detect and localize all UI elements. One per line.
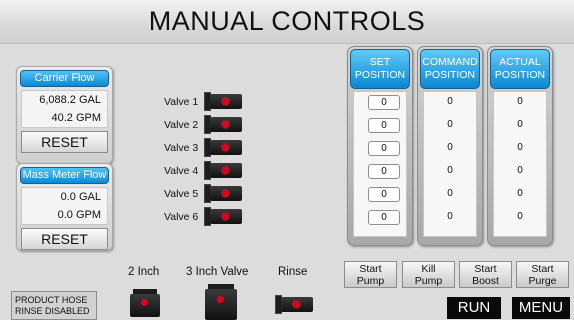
product-hose-rinse-status: PRODUCT HOSE RINSE DISABLED [11,291,97,320]
valve-status-led [141,299,148,306]
carrier-flow-panel: Carrier Flow 6,088.2 GAL 40.2 GPM RESET [16,66,113,164]
carrier-flow-gpm: 40.2 GPM [51,112,101,124]
command-position-header-line1: COMMAND [422,56,478,68]
valve-5-actual-value: 0 [517,188,523,199]
valve-6-label: Valve 6 [164,211,199,223]
valve-6-command-value: 0 [447,211,453,222]
carrier-flow-reset-button[interactable]: RESET [21,131,108,153]
valve-4-icon[interactable] [204,161,244,180]
actual-position-header-line2: POSITION [494,69,546,81]
valve-1-icon[interactable] [204,92,244,111]
valve-2-set-input[interactable]: 0 [368,118,400,133]
three-inch-valve-icon[interactable] [204,284,238,320]
set-position-list: 0 0 0 0 0 0 [353,91,407,237]
valve-status-led [222,167,229,174]
carrier-flow-gal: 6,088.2 GAL [39,94,101,106]
valve-6-actual-value: 0 [517,211,523,222]
kill-pump-line1: Kill [421,263,436,275]
valve-status-led [293,301,300,308]
carrier-flow-gpm-unit: GPM [75,112,101,124]
valve-5-label: Valve 5 [164,188,199,200]
rinse-valve-icon[interactable] [275,295,315,314]
valve-6-set-input[interactable]: 0 [368,210,400,225]
notice-line2: RINSE DISABLED [15,306,90,316]
menu-button[interactable]: MENU [512,297,570,319]
valve-1-set-input[interactable]: 0 [368,95,400,110]
valve-status-led [222,213,229,220]
actual-position-list: 0 0 0 0 0 0 [493,91,547,237]
start-pump-line1: Start [359,263,382,275]
valve-3-set-input[interactable]: 0 [368,141,400,156]
valve-3-actual-value: 0 [517,142,523,153]
mass-meter-flow-gpm-unit: GPM [75,209,101,221]
valve-5-command-value: 0 [447,188,453,199]
start-purge-line1: Start [531,263,554,275]
mass-meter-flow-gpm-value: 0.0 [57,209,73,221]
rinse-valve-label: Rinse [278,266,308,278]
two-inch-valve-label: 2 Inch [128,266,160,278]
valve-2-command-value: 0 [447,119,453,130]
valve-4-command-value: 0 [447,165,453,176]
valve-status-led [222,98,229,105]
valve-6-icon[interactable] [204,207,244,226]
command-position-column: COMMAND POSITION 0 0 0 0 0 0 [417,46,483,246]
valve-3-icon[interactable] [204,138,244,157]
valve-4-set-input[interactable]: 0 [368,164,400,179]
notice-line1: PRODUCT HOSE [15,295,88,305]
start-pump-line2: Pump [356,275,385,287]
mass-meter-flow-gal: 0.0 GAL [61,191,101,203]
valve-body [205,289,237,320]
mass-meter-flow-gal-value: 0.0 [60,191,76,203]
valve-3-command-value: 0 [447,142,453,153]
start-purge-line2: Purge [528,275,557,287]
run-button[interactable]: RUN [447,297,501,319]
set-position-header: SET POSITION [350,49,410,89]
carrier-flow-title: Carrier Flow [20,70,109,87]
start-boost-line2: Boost [472,275,499,287]
mass-meter-flow-readout: 0.0 GAL 0.0 GPM [21,187,108,225]
carrier-flow-readout: 6,088.2 GAL 40.2 GPM [21,90,108,128]
mass-meter-flow-panel: Mass Meter Flow 0.0 GAL 0.0 GPM RESET [16,163,113,251]
carrier-flow-gal-value: 6,088.2 [39,94,76,106]
valve-2-label: Valve 2 [164,119,199,131]
set-position-header-line1: SET [369,56,391,68]
valve-3-label: Valve 3 [164,142,199,154]
valve-5-set-input[interactable]: 0 [368,187,400,202]
page-title: MANUAL CONTROLS [148,6,426,36]
valve-1-command-value: 0 [447,96,453,107]
valve-1-actual-value: 0 [517,96,523,107]
command-position-list: 0 0 0 0 0 0 [423,91,477,237]
start-pump-button[interactable]: Start Pump [344,261,397,288]
valve-2-actual-value: 0 [517,119,523,130]
start-purge-button[interactable]: Start Purge [516,261,569,288]
valve-status-led [222,144,229,151]
kill-pump-line2: Pump [414,275,443,287]
valve-4-label: Valve 4 [164,165,199,177]
actual-position-column: ACTUAL POSITION 0 0 0 0 0 0 [487,46,553,246]
set-position-header-line2: POSITION [354,69,406,81]
command-position-header-line2: POSITION [424,69,476,81]
valve-2-icon[interactable] [204,115,244,134]
mass-meter-flow-reset-button[interactable]: RESET [21,228,108,250]
kill-pump-button[interactable]: Kill Pump [402,261,455,288]
valve-1-label: Valve 1 [164,96,199,108]
set-position-column: SET POSITION 0 0 0 0 0 0 [347,46,413,246]
valve-status-led [217,296,224,303]
mass-meter-flow-gal-unit: GAL [78,191,101,203]
two-inch-valve-icon[interactable] [129,289,161,317]
actual-position-header: ACTUAL POSITION [490,49,550,89]
valve-status-led [222,121,229,128]
mass-meter-flow-title: Mass Meter Flow [20,167,109,184]
start-boost-line1: Start [474,263,497,275]
command-position-header: COMMAND POSITION [420,49,480,89]
start-boost-button[interactable]: Start Boost [459,261,512,288]
carrier-flow-gpm-value: 40.2 [51,112,73,124]
valve-4-actual-value: 0 [517,165,523,176]
mass-meter-flow-gpm: 0.0 GPM [58,209,101,221]
valve-5-icon[interactable] [204,184,244,203]
three-inch-valve-label: 3 Inch Valve [186,266,249,278]
carrier-flow-gal-unit: GAL [78,94,101,106]
valve-status-led [222,190,229,197]
actual-position-header-line1: ACTUAL [499,56,541,68]
